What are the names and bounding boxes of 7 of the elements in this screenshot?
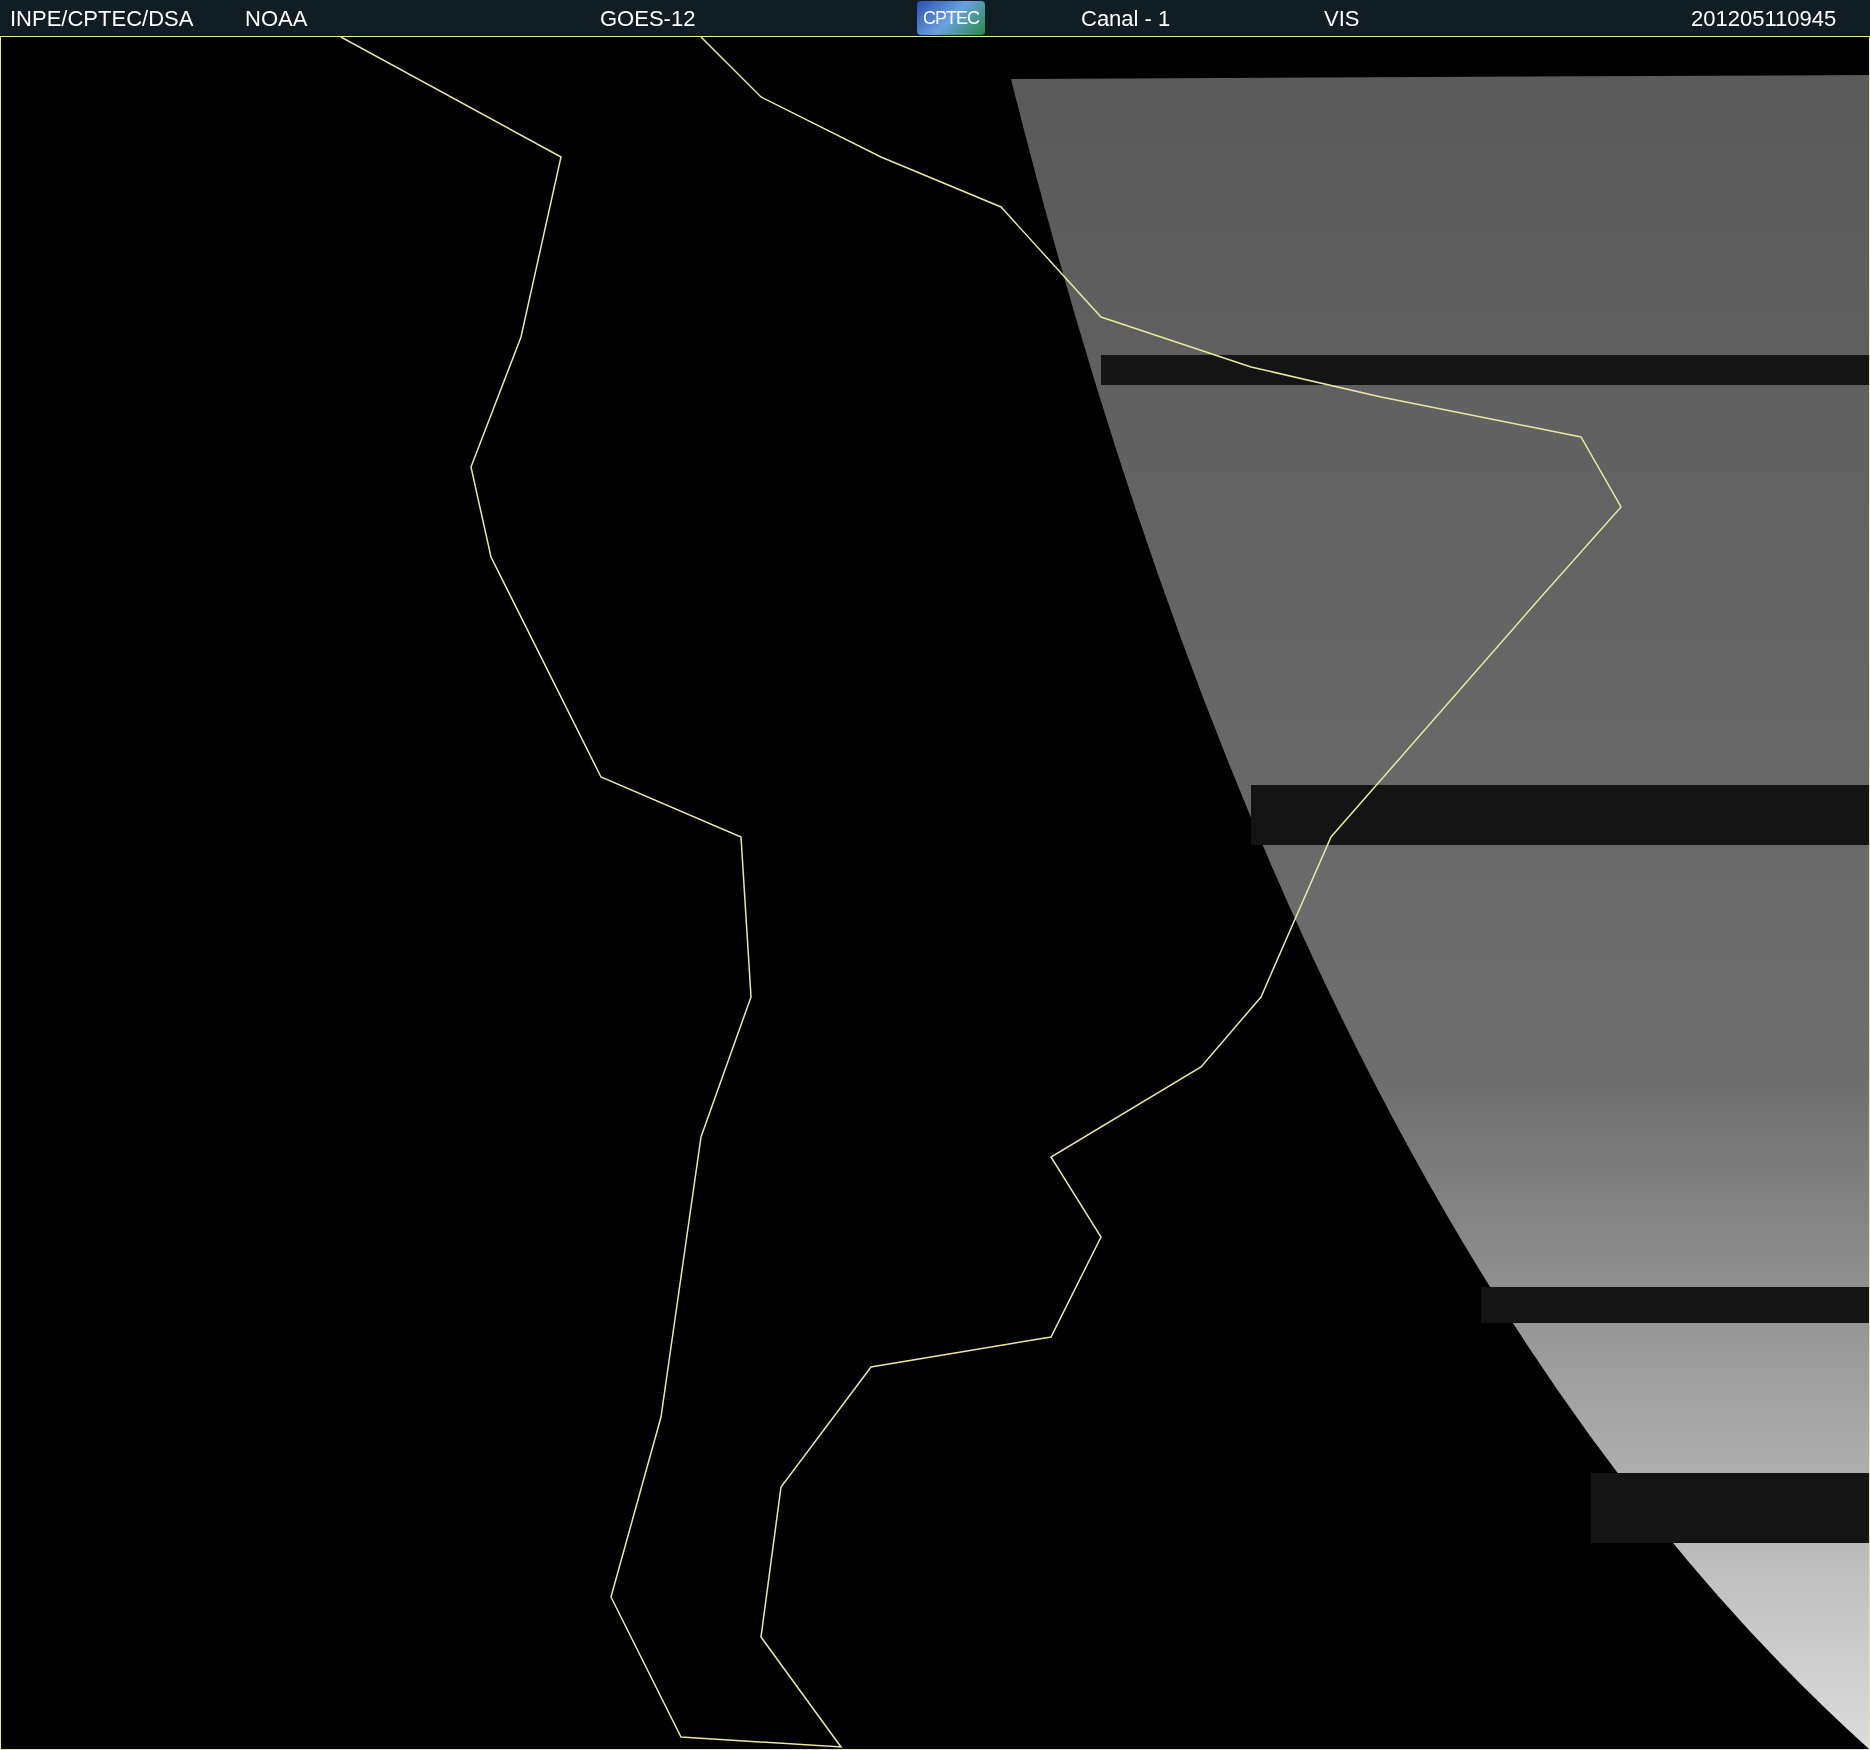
agency-label: NOAA xyxy=(245,4,309,33)
source-label: INPE/CPTEC/DSA xyxy=(10,4,195,33)
timestamp-label: 201205110945 xyxy=(1691,4,1837,33)
logo: CPTEC xyxy=(917,1,985,35)
channel-label: Canal - 1 xyxy=(1081,4,1172,33)
satellite-label: GOES-12 xyxy=(600,4,697,33)
band-label: VIS xyxy=(1324,4,1361,33)
